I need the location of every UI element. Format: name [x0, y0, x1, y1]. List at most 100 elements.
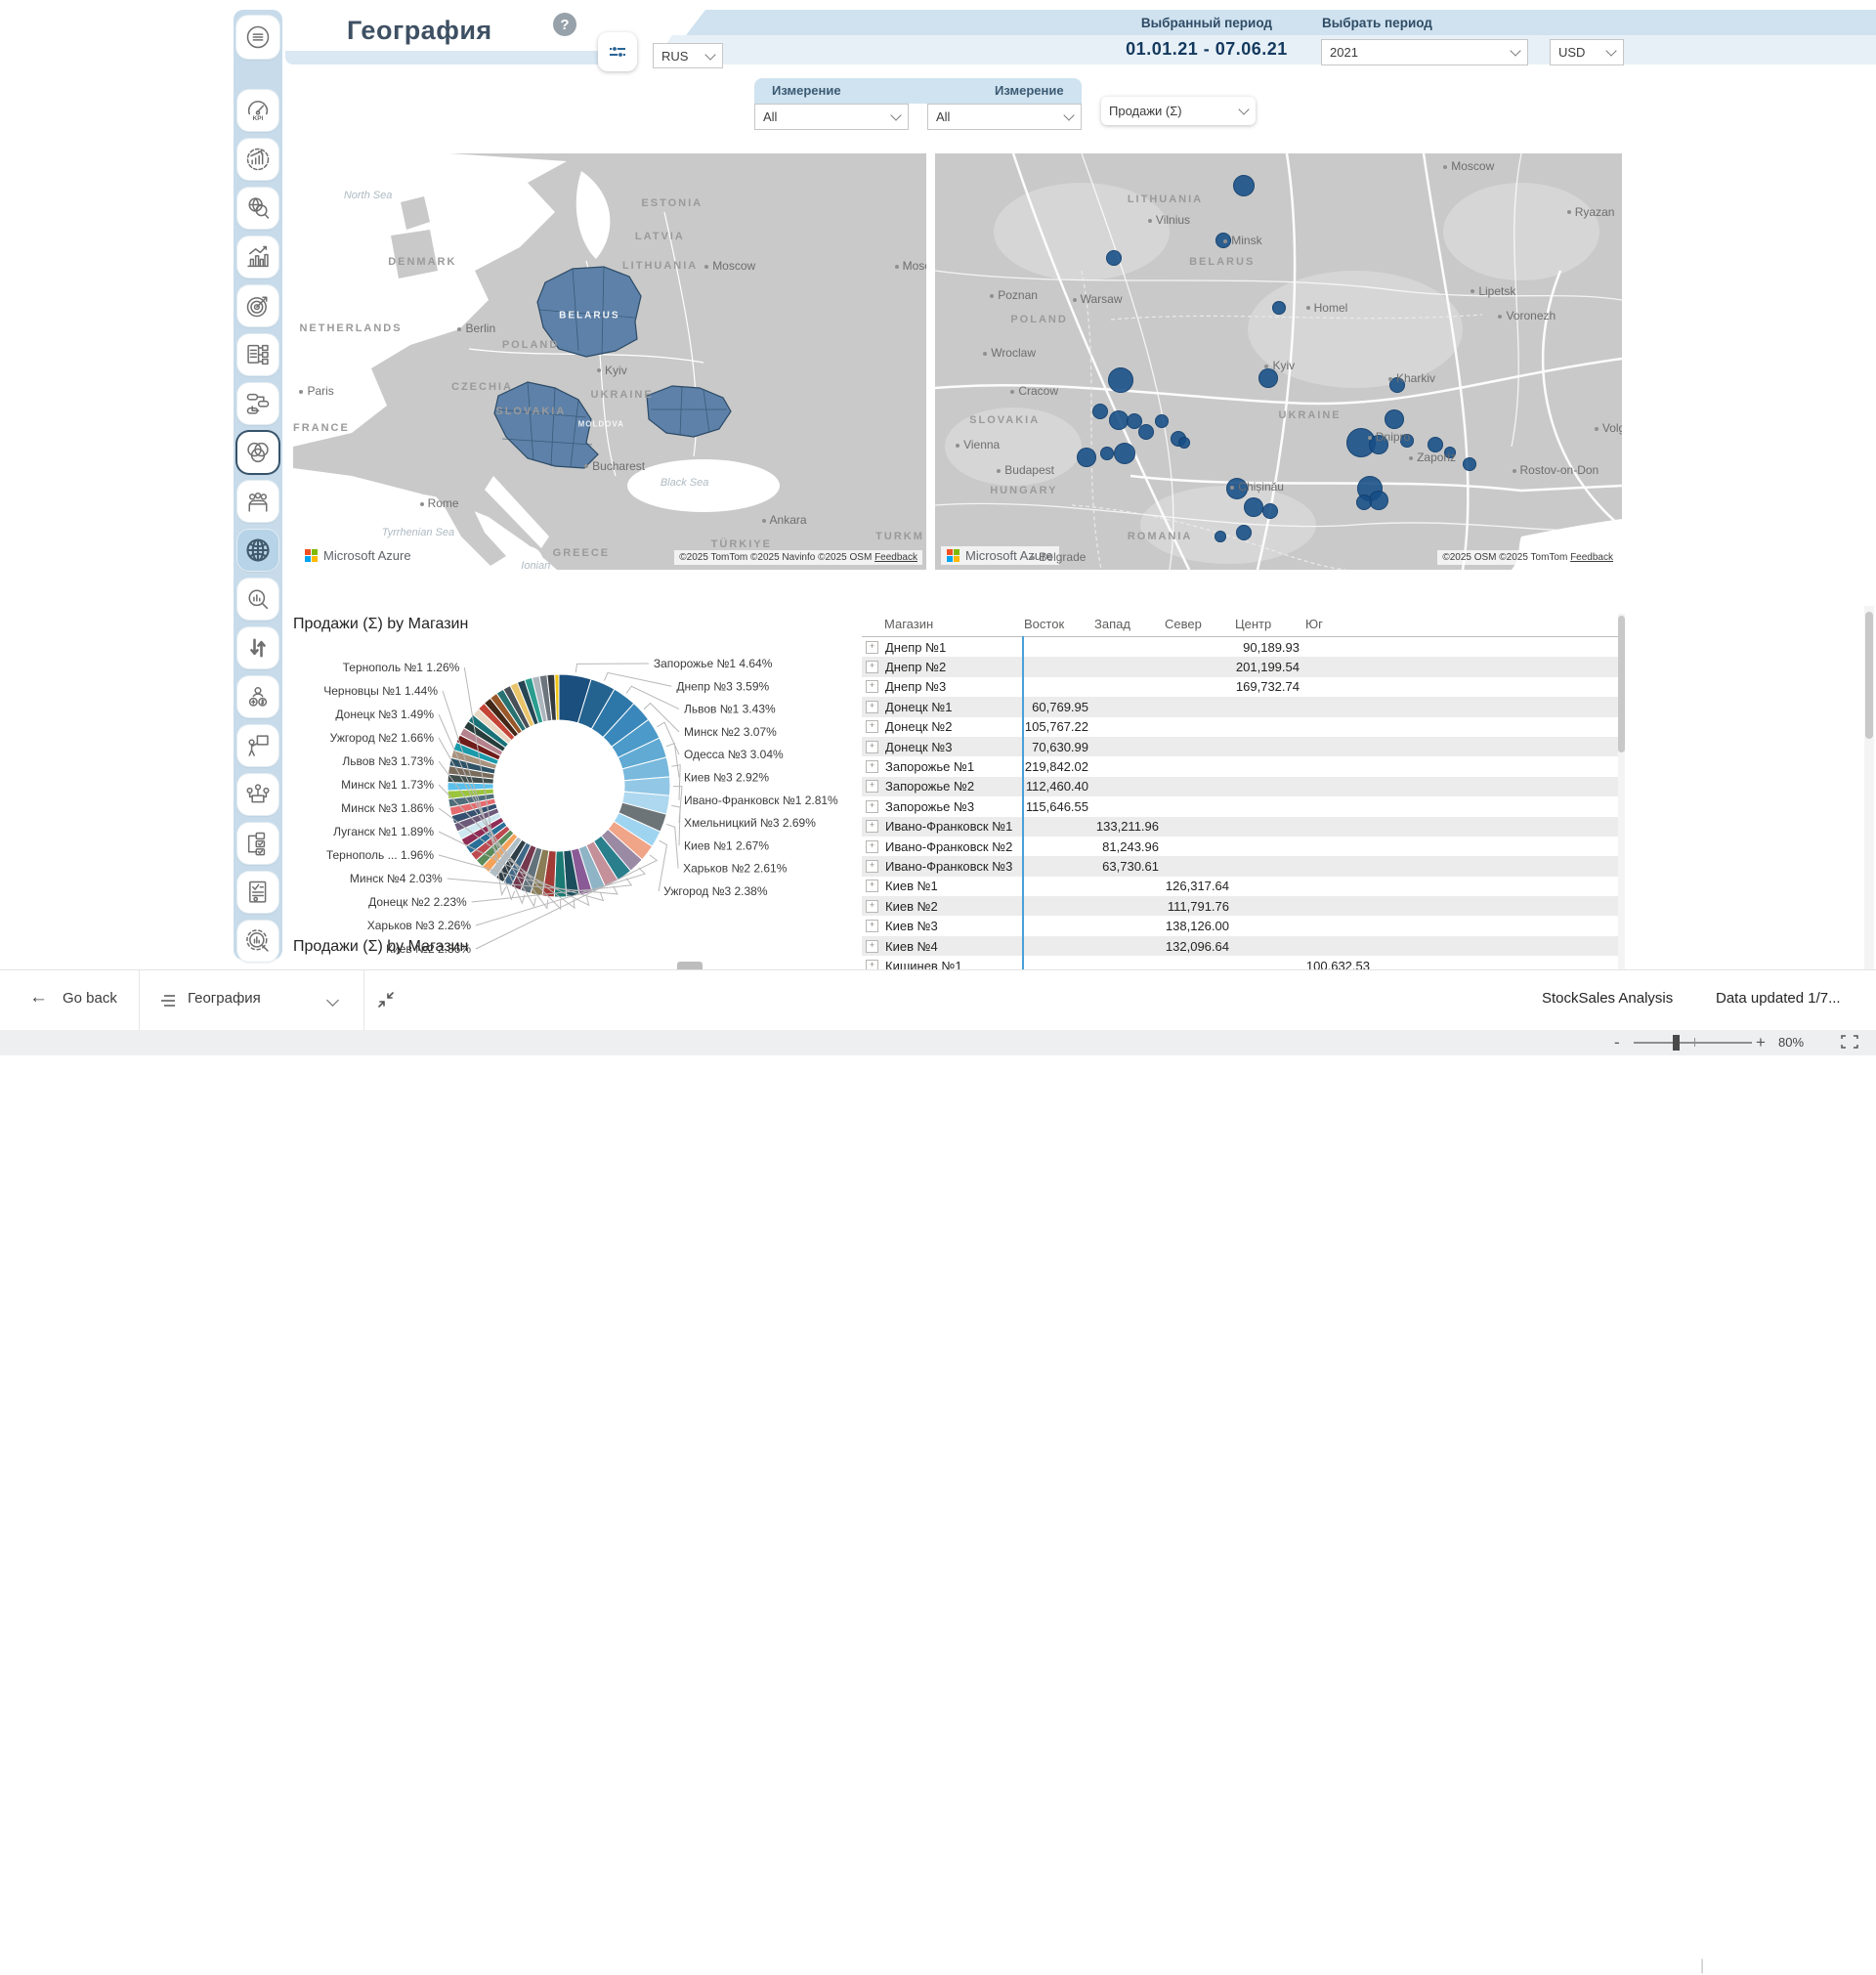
- sidebar-globe-button[interactable]: [237, 530, 278, 571]
- zoom-slider-track[interactable]: [1634, 1042, 1752, 1044]
- chevron-down-icon[interactable]: [326, 994, 339, 1007]
- filter-sliders-icon[interactable]: [598, 32, 637, 71]
- language-select[interactable]: RUS: [653, 43, 723, 68]
- table-column-header[interactable]: Центр: [1233, 617, 1303, 631]
- table-row[interactable]: +Ивано-Франковск №1133,211.96: [862, 817, 1624, 837]
- store-bubble[interactable]: [1108, 367, 1133, 393]
- table-row[interactable]: +Донецк №160,769.95: [862, 697, 1624, 716]
- sidebar-menu-button[interactable]: [236, 16, 279, 59]
- feedback-link[interactable]: Feedback: [1570, 552, 1613, 563]
- store-bubble[interactable]: [1155, 414, 1169, 428]
- year-select[interactable]: 2021: [1321, 39, 1528, 65]
- expand-icon[interactable]: +: [866, 840, 878, 853]
- table-row[interactable]: +Запорожье №2112,460.40: [862, 777, 1624, 796]
- table-row[interactable]: +Кишинев №1100,632.53: [862, 956, 1624, 970]
- table-row[interactable]: +Запорожье №1219,842.02: [862, 756, 1624, 776]
- store-bubble[interactable]: [1262, 503, 1278, 519]
- store-bubble[interactable]: [1369, 435, 1388, 454]
- table-column-header[interactable]: Магазин: [862, 617, 1022, 631]
- expand-icon[interactable]: +: [866, 940, 878, 953]
- expand-icon[interactable]: +: [866, 880, 878, 892]
- store-bubble[interactable]: [1385, 409, 1404, 429]
- table-row[interactable]: +Киев №1126,317.64: [862, 877, 1624, 896]
- table-column-header[interactable]: Север: [1163, 617, 1233, 631]
- store-bubble[interactable]: [1178, 437, 1190, 449]
- store-bubble[interactable]: [1109, 410, 1129, 430]
- table-column-header[interactable]: Восток: [1022, 617, 1092, 631]
- choropleth-map[interactable]: Microsoft Azure ©2025 TomTom ©2025 Navin…: [293, 153, 926, 570]
- store-bubble[interactable]: [1463, 457, 1476, 471]
- table-row[interactable]: +Запорожье №3115,646.55: [862, 796, 1624, 816]
- sidebar-report-button[interactable]: [237, 872, 278, 913]
- store-bubble[interactable]: [1114, 443, 1135, 464]
- expand-icon[interactable]: +: [866, 680, 878, 693]
- table-row[interactable]: +Днепр №2201,199.54: [862, 657, 1624, 676]
- expand-icon[interactable]: +: [866, 760, 878, 773]
- sidebar-meeting-button[interactable]: [237, 774, 278, 815]
- store-bubble[interactable]: [1077, 448, 1096, 467]
- store-bubble[interactable]: [1100, 447, 1114, 460]
- table-row[interactable]: +Донецк №2105,767.22: [862, 717, 1624, 737]
- expand-icon[interactable]: +: [866, 741, 878, 753]
- store-bubble[interactable]: [1226, 478, 1248, 499]
- table-scrollbar-thumb[interactable]: [1618, 616, 1625, 752]
- page-selector[interactable]: География: [188, 990, 261, 1007]
- store-bubble[interactable]: [1236, 525, 1252, 540]
- dimension1-select[interactable]: All: [754, 104, 909, 130]
- store-bubble[interactable]: [1272, 301, 1286, 315]
- store-bubble[interactable]: [1215, 531, 1226, 542]
- dimension2-select[interactable]: All: [927, 104, 1082, 130]
- sidebar-growth-trend-button[interactable]: [237, 139, 278, 180]
- table-column-header[interactable]: Юг: [1303, 617, 1374, 631]
- help-icon[interactable]: ?: [553, 13, 576, 36]
- table-row[interactable]: +Ивано-Франковск №281,243.96: [862, 837, 1624, 856]
- store-bubble[interactable]: [1400, 434, 1414, 448]
- sidebar-person-finance-button[interactable]: [237, 676, 278, 717]
- sidebar-bar-chart-button[interactable]: [237, 236, 278, 278]
- bubble-map[interactable]: Microsoft Azure ©2025 OSM ©2025 TomTom F…: [935, 153, 1622, 570]
- table-column-header[interactable]: Запад: [1092, 617, 1163, 631]
- expand-icon[interactable]: +: [866, 641, 878, 654]
- currency-select[interactable]: USD: [1550, 39, 1624, 65]
- store-bubble[interactable]: [1233, 175, 1255, 196]
- expand-icon[interactable]: +: [866, 720, 878, 733]
- store-bubble[interactable]: [1369, 491, 1388, 510]
- store-bubble[interactable]: [1258, 368, 1278, 388]
- expand-icon[interactable]: +: [866, 661, 878, 673]
- table-row[interactable]: +Днепр №190,189.93: [862, 637, 1624, 657]
- expand-icon[interactable]: +: [866, 701, 878, 713]
- expand-icon[interactable]: +: [866, 800, 878, 813]
- store-bubble[interactable]: [1092, 404, 1108, 419]
- table-scrollbar[interactable]: [1618, 614, 1625, 969]
- sidebar-gear-analysis-button[interactable]: [237, 921, 278, 962]
- bar-handle[interactable]: [677, 962, 703, 969]
- sidebar-venn-diagram-button[interactable]: [237, 432, 278, 473]
- sidebar-numbered-report-button[interactable]: [237, 334, 278, 375]
- collapse-icon[interactable]: [376, 990, 396, 1014]
- measure-select[interactable]: Продажи (Σ): [1101, 97, 1256, 125]
- zoom-in-button[interactable]: +: [1756, 1033, 1766, 1052]
- table-row[interactable]: +Ивано-Франковск №363,730.61: [862, 856, 1624, 876]
- page-scrollbar[interactable]: [1864, 606, 1874, 971]
- zoom-out-button[interactable]: -: [1614, 1033, 1620, 1052]
- sidebar-process-check-button[interactable]: [237, 823, 278, 864]
- store-bubble[interactable]: [1215, 233, 1231, 248]
- store-bubble[interactable]: [1244, 497, 1263, 517]
- sidebar-presenter-button[interactable]: [237, 725, 278, 766]
- store-bubble[interactable]: [1444, 447, 1456, 458]
- go-back-button[interactable]: Go back: [63, 990, 117, 1007]
- sidebar-pipeline-button[interactable]: [237, 383, 278, 424]
- store-bubble[interactable]: [1356, 494, 1372, 510]
- sidebar-kpi-gauge-button[interactable]: KPI: [237, 90, 278, 131]
- store-bubble[interactable]: [1389, 377, 1405, 393]
- table-row[interactable]: +Киев №4132,096.64: [862, 936, 1624, 956]
- page-scrollbar-thumb[interactable]: [1865, 612, 1873, 739]
- store-bubble[interactable]: [1428, 437, 1443, 452]
- zoom-slider-thumb[interactable]: [1673, 1035, 1680, 1051]
- expand-icon[interactable]: +: [866, 900, 878, 913]
- expand-icon[interactable]: +: [866, 780, 878, 793]
- expand-icon[interactable]: +: [866, 860, 878, 873]
- feedback-link[interactable]: Feedback: [874, 552, 917, 563]
- sidebar-globe-search-button[interactable]: [237, 188, 278, 229]
- expand-icon[interactable]: +: [866, 920, 878, 932]
